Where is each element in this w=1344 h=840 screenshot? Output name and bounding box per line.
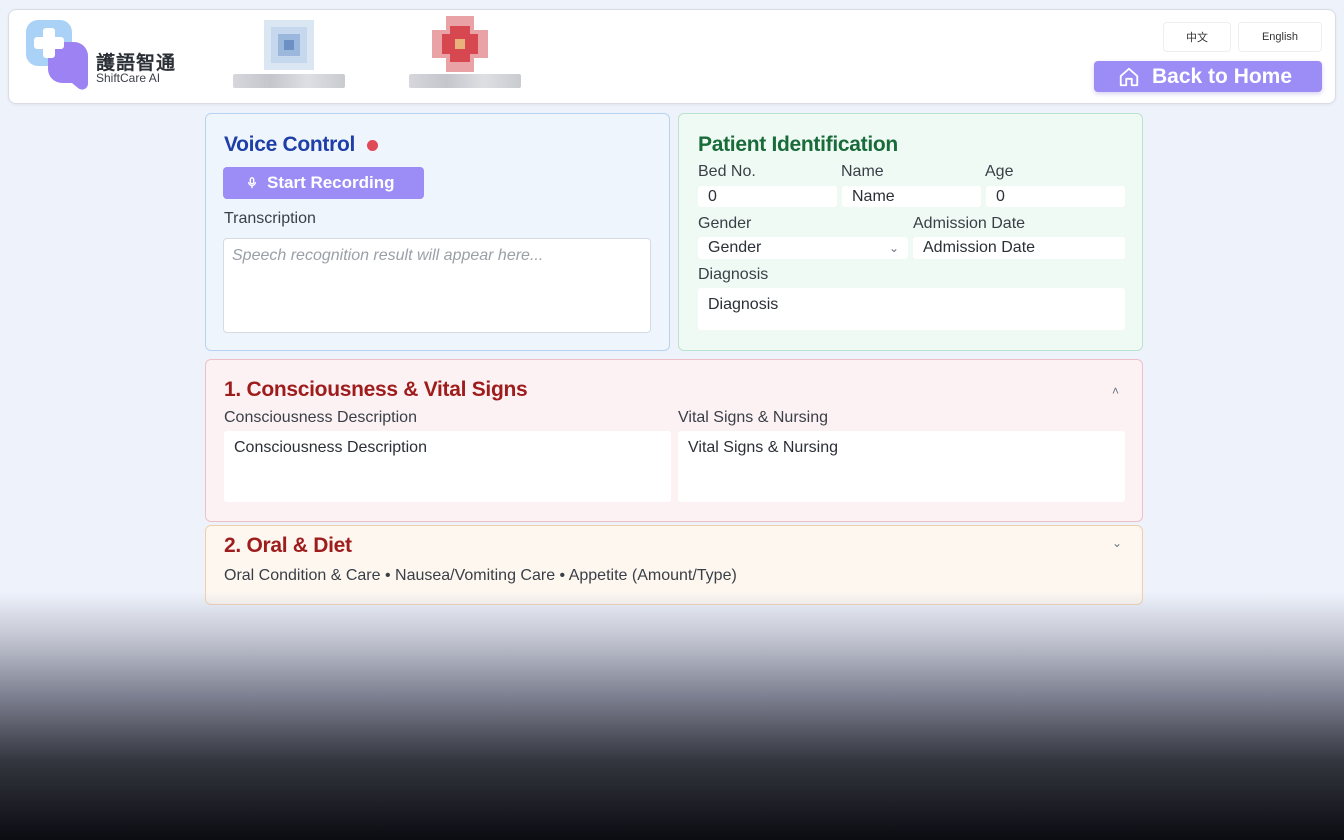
start-recording-button[interactable]: Start Recording xyxy=(223,167,424,199)
patient-identification-title: Patient Identification xyxy=(698,133,898,156)
transcription-placeholder: Speech recognition result will appear he… xyxy=(232,247,544,264)
admission-date-label: Admission Date xyxy=(913,215,1026,232)
microphone-icon xyxy=(247,177,257,189)
vital-signs-nursing-label: Vital Signs & Nursing xyxy=(678,409,828,426)
bottom-fade-overlay xyxy=(0,592,1344,840)
gender-select-value: Gender xyxy=(708,239,762,256)
chevron-down-icon[interactable]: ⌄ xyxy=(1112,536,1122,550)
language-zh-button[interactable]: 中文 xyxy=(1163,22,1231,52)
voice-control-title: Voice Control xyxy=(224,133,356,156)
home-icon xyxy=(1119,67,1139,86)
patient-identification-card: Patient Identification Bed No. Name Age … xyxy=(678,113,1143,351)
admission-date-input[interactable]: Admission Date xyxy=(913,237,1125,259)
section-2-title[interactable]: 2. Oral & Diet xyxy=(224,534,352,558)
diagnosis-input[interactable]: Diagnosis xyxy=(698,288,1125,330)
voice-control-card: Voice Control Start Recording Transcript… xyxy=(205,113,670,351)
section-1-title[interactable]: 1. Consciousness & Vital Signs xyxy=(224,378,528,402)
partner-caption-2 xyxy=(409,74,521,88)
partner-logo-1 xyxy=(264,20,314,70)
transcription-label: Transcription xyxy=(224,210,316,227)
chevron-down-icon: ⌄ xyxy=(888,241,899,255)
name-input[interactable]: Name xyxy=(842,186,981,207)
section-consciousness-vital-signs: 1. Consciousness & Vital Signs ˄ Conscio… xyxy=(205,359,1143,522)
bed-number-input[interactable]: 0 xyxy=(698,186,837,207)
age-label: Age xyxy=(985,163,1014,180)
partner-caption-1 xyxy=(233,74,345,88)
name-label: Name xyxy=(841,163,884,180)
consciousness-description-textarea[interactable]: Consciousness Description xyxy=(224,431,671,502)
section-2-summary: Oral Condition & Care • Nausea/Vomiting … xyxy=(224,567,737,584)
brand-name-en: ShiftCare AI xyxy=(96,71,161,85)
consciousness-description-label: Consciousness Description xyxy=(224,409,417,426)
language-en-button[interactable]: English xyxy=(1238,22,1322,52)
back-to-home-button[interactable]: Back to Home xyxy=(1094,61,1322,92)
bed-number-label: Bed No. xyxy=(698,163,756,180)
chevron-up-icon[interactable]: ˄ xyxy=(1112,384,1119,398)
back-to-home-label: Back to Home xyxy=(1152,64,1293,88)
diagnosis-label: Diagnosis xyxy=(698,266,769,283)
gender-select[interactable]: Gender ⌄ xyxy=(698,237,908,259)
vital-signs-nursing-textarea[interactable]: Vital Signs & Nursing xyxy=(678,431,1125,502)
age-input[interactable]: 0 xyxy=(986,186,1125,207)
recording-status-dot xyxy=(367,140,378,151)
app-header: 護語智通 ShiftCare AI 中文 English Back to Hom… xyxy=(8,9,1336,104)
start-recording-label: Start Recording xyxy=(267,173,395,192)
shiftcare-logo-icon xyxy=(26,20,88,90)
gender-label: Gender xyxy=(698,215,752,232)
transcription-textarea[interactable]: Speech recognition result will appear he… xyxy=(223,238,651,333)
partner-logo-2 xyxy=(432,16,488,72)
